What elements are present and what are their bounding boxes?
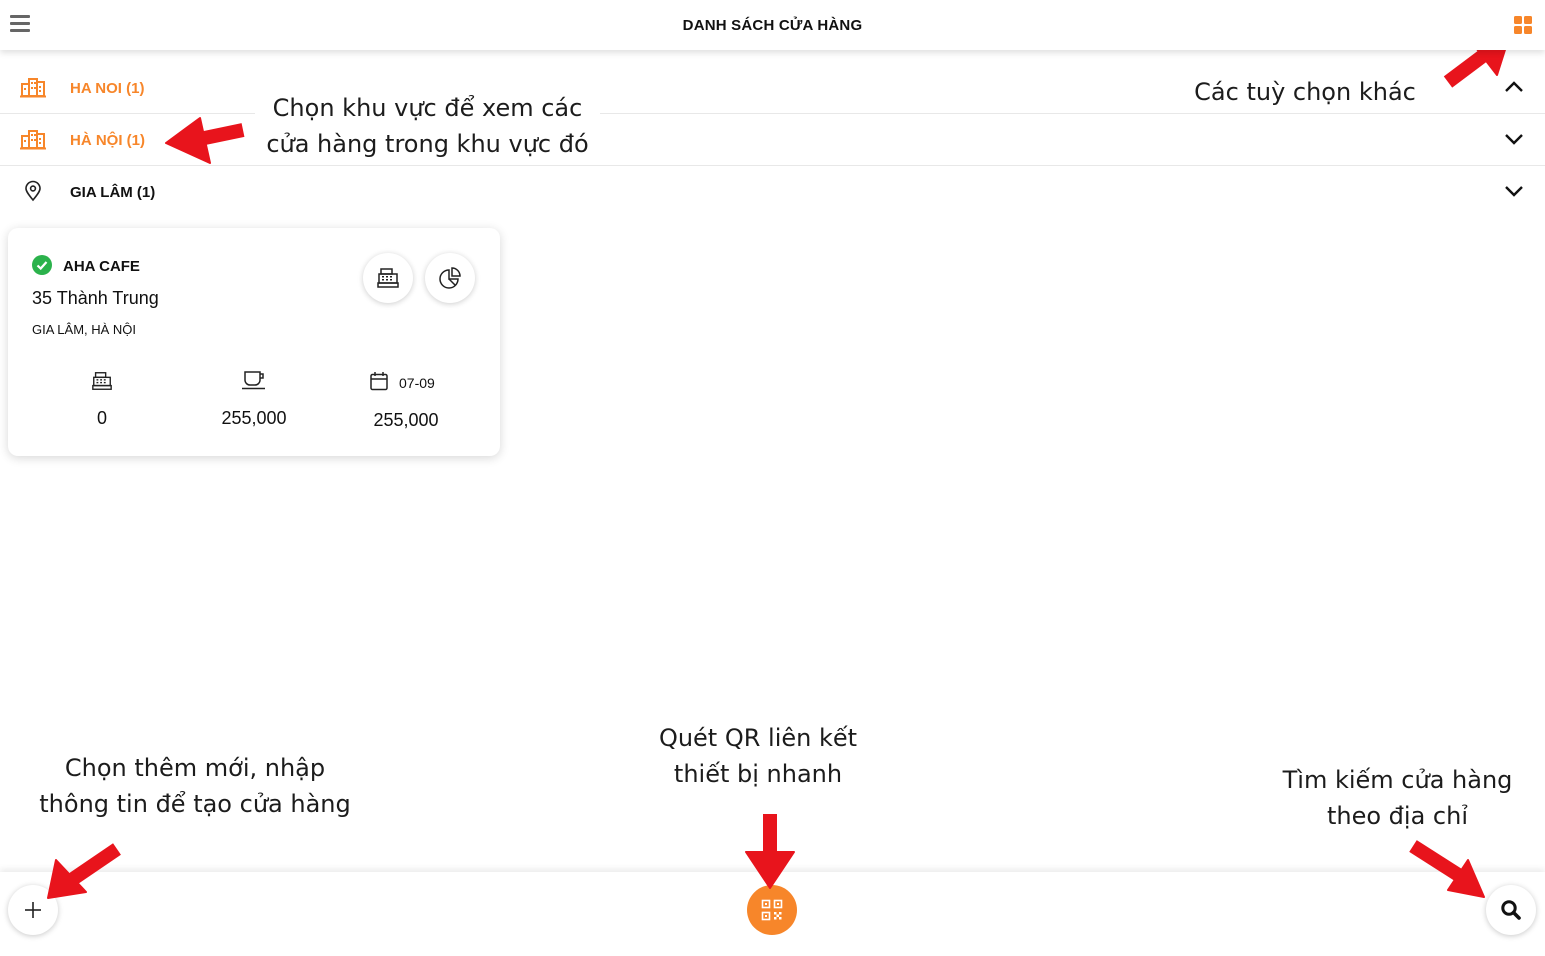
store-card[interactable]: AHA CAFE 35 Thành Trung GIA LÂM, HÀ NỘI … (8, 228, 500, 456)
annotation-line: thiết bị nhanh (673, 760, 843, 788)
cash-register-count: 0 (96, 408, 107, 428)
store-area: GIA LÂM, HÀ NỘI (32, 322, 137, 337)
report-chart-button[interactable] (425, 253, 475, 303)
calendar-icon (370, 372, 388, 391)
annotation-line: Chọn khu vực để xem các (272, 94, 583, 122)
region-label: GIA LÂM (1) (70, 184, 156, 201)
region-label: HÀ NỘI (1) (70, 132, 145, 149)
annotation-qr-note: Quét QR liên kết thiết bị nhanh (630, 720, 886, 792)
add-store-button[interactable] (8, 885, 58, 935)
page-title: DANH SÁCH CỬA HÀNG (682, 17, 863, 34)
annotation-options-note: Các tuỳ chọn khác (1180, 74, 1430, 110)
search-store-button[interactable] (1486, 885, 1536, 935)
cash-register-icon (377, 268, 399, 288)
store-name: AHA CAFE (63, 258, 140, 275)
city-icon (20, 78, 46, 98)
store-address: 35 Thành Trung (32, 288, 159, 308)
annotation-line: theo địa chỉ (1326, 802, 1468, 830)
chevron-up-icon[interactable] (1503, 78, 1525, 96)
chevron-down-icon[interactable] (1503, 130, 1525, 148)
active-check-icon (32, 255, 52, 275)
region-row-gia-lam[interactable]: GIA LÂM (1) (0, 166, 1545, 218)
more-options-grid-icon[interactable] (1514, 16, 1532, 34)
city-icon (20, 130, 46, 150)
chevron-down-icon[interactable] (1503, 182, 1525, 200)
plus-icon (25, 902, 41, 918)
annotation-line: Tìm kiếm cửa hàng (1282, 766, 1513, 794)
annotation-line: cửa hàng trong khu vực đó (266, 130, 589, 158)
app-header: DANH SÁCH CỬA HÀNG (0, 0, 1545, 50)
annotation-search-note: Tìm kiếm cửa hàng theo địa chỉ (1270, 762, 1525, 834)
date-label: 07-09 (399, 375, 435, 391)
coffee-cup-icon (242, 371, 265, 390)
cash-register-icon (92, 372, 112, 390)
scan-qr-button[interactable] (747, 885, 797, 935)
annotation-line: thông tin để tạo cửa hàng (39, 790, 351, 818)
annotation-line: Chọn thêm mới, nhập (64, 754, 326, 782)
pie-chart-icon (439, 267, 461, 289)
annotation-add-note: Chọn thêm mới, nhập thông tin để tạo cửa… (25, 750, 365, 822)
drinks-revenue: 255,000 (221, 408, 287, 428)
annotation-line: Quét QR liên kết (658, 724, 858, 752)
qr-code-icon (761, 899, 783, 921)
annotation-region-note: Chọn khu vực để xem các cửa hàng trong k… (255, 90, 600, 162)
location-pin-icon (25, 180, 41, 202)
cash-register-button[interactable] (363, 253, 413, 303)
search-icon (1501, 900, 1521, 920)
region-label: HA NOI (1) (70, 80, 145, 97)
date-revenue: 255,000 (373, 410, 439, 430)
region-row-ha-noi-2[interactable]: HÀ NỘI (1) (0, 114, 1545, 166)
